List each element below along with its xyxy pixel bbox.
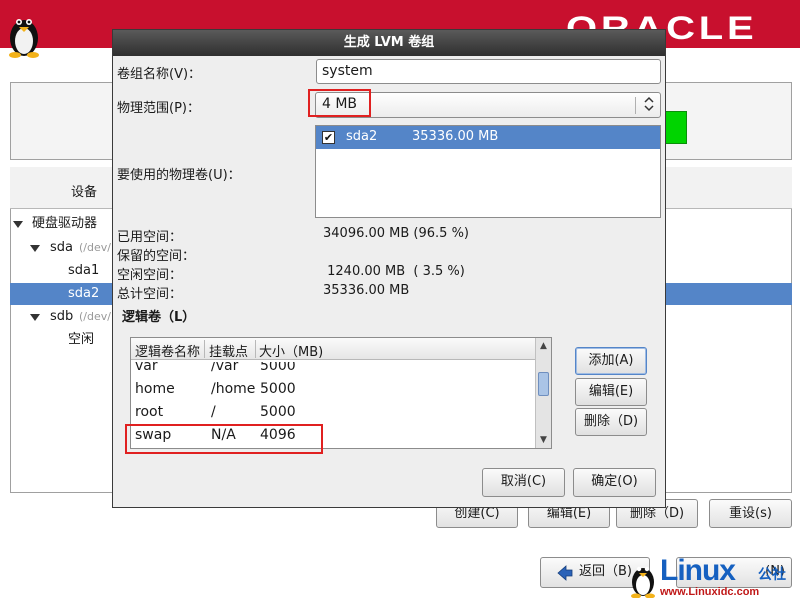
tree-label: sda1 <box>68 263 100 278</box>
lv-row-root-size[interactable]: 5000 <box>260 404 296 420</box>
device-column-label: 设备 <box>71 185 98 200</box>
watermark-cn-text: 公社 <box>758 567 786 583</box>
total-space-label: 总计空间： <box>117 287 183 302</box>
edit-lv-button[interactable]: 编辑(E) <box>575 378 647 406</box>
logical-volume-scrollbar[interactable]: ▲ ▼ <box>535 338 551 448</box>
ok-button[interactable]: 确定(O) <box>573 468 656 497</box>
reserved-space-label: 保留的空间： <box>117 249 196 264</box>
tree-sublabel: (/dev/ <box>79 310 111 323</box>
tree-label: sda2 <box>68 286 100 301</box>
used-space-label: 已用空间： <box>117 230 183 245</box>
combo-separator <box>635 97 636 114</box>
scroll-down-icon[interactable]: ▼ <box>536 432 551 448</box>
dialog-title: 生成 LVM 卷组 <box>113 30 665 56</box>
physical-volume-list: ✔ sda2 35336.00 MB <box>315 125 661 218</box>
lv-row-var-mount[interactable]: /var <box>211 362 238 374</box>
delete-lv-button[interactable]: 删除（D) <box>575 408 647 436</box>
tree-label: sda <box>50 240 73 255</box>
scrollbar-thumb[interactable] <box>538 372 549 396</box>
expander-triangle-icon[interactable] <box>13 221 23 228</box>
physical-extent-label: 物理范围(P)： <box>117 101 200 116</box>
cancel-button[interactable]: 取消(C) <box>482 468 565 497</box>
linuxidc-watermark: Linux 公社 www.Linuxidc.com <box>626 554 800 602</box>
logical-volume-table-header: 逻辑卷名称 挂载点 大小（MB) <box>131 338 535 360</box>
free-space-label: 空闲空间： <box>117 268 183 283</box>
reset-button[interactable]: 重设(s) <box>709 499 792 528</box>
logical-volumes-section-title: 逻辑卷（L） <box>122 310 196 325</box>
watermark-url: www.Linuxidc.com <box>660 586 760 598</box>
used-space-value: 34096.00 MB (96.5 %) <box>323 226 470 241</box>
tux-icon <box>631 566 655 598</box>
column-separator <box>204 340 205 358</box>
expander-triangle-icon[interactable] <box>30 314 40 321</box>
back-arrow-icon <box>557 565 573 581</box>
free-space-value: 1240.00 MB ( 3.5 %) <box>323 264 465 279</box>
checkbox-checked-icon[interactable]: ✔ <box>322 131 335 144</box>
tree-sublabel: (/dev/ <box>79 241 111 254</box>
column-header-lv-name[interactable]: 逻辑卷名称 <box>135 341 200 360</box>
lv-row-home-size[interactable]: 5000 <box>260 381 296 397</box>
lv-row-home-name[interactable]: home <box>135 381 175 397</box>
physical-volume-row[interactable]: ✔ sda2 35336.00 MB <box>316 126 660 149</box>
chevron-updown-icon <box>644 96 654 112</box>
pv-name: sda2 <box>346 129 378 144</box>
column-separator <box>255 340 256 358</box>
back-button-label: 返回（B) <box>579 564 632 579</box>
physical-volumes-label: 要使用的物理卷(U)： <box>117 168 241 183</box>
disk-usage-bar <box>665 111 687 144</box>
vg-name-label: 卷组名称(V)： <box>117 67 202 82</box>
pv-size: 35336.00 MB <box>412 129 499 144</box>
total-space-value: 35336.00 MB <box>323 283 410 298</box>
tree-label: 硬盘驱动器 <box>32 216 98 231</box>
tree-label: sdb <box>50 309 74 324</box>
lv-row-var-size[interactable]: 5000 <box>260 362 296 374</box>
lvm-volume-group-dialog: 生成 LVM 卷组 卷组名称(V)： system 物理范围(P)： 4 MB … <box>112 29 666 508</box>
column-header-mount[interactable]: 挂载点 <box>209 341 248 360</box>
lv-row-root-mount[interactable]: / <box>211 404 216 420</box>
tux-icon <box>9 19 39 58</box>
add-lv-button[interactable]: 添加(A) <box>575 347 647 375</box>
scroll-up-icon[interactable]: ▲ <box>536 338 551 354</box>
lv-row-home-mount[interactable]: /home <box>211 381 255 397</box>
expander-triangle-icon[interactable] <box>30 245 40 252</box>
highlight-box-swap <box>125 424 323 454</box>
lv-row-var-name[interactable]: var <box>135 362 158 374</box>
watermark-linux-text: Linux <box>660 554 736 587</box>
vg-name-input[interactable]: system <box>316 59 661 84</box>
lv-row-root-name[interactable]: root <box>135 404 163 420</box>
column-header-size[interactable]: 大小（MB) <box>259 341 323 360</box>
highlight-box-extent <box>308 89 371 117</box>
tree-label: 空闲 <box>68 332 95 347</box>
